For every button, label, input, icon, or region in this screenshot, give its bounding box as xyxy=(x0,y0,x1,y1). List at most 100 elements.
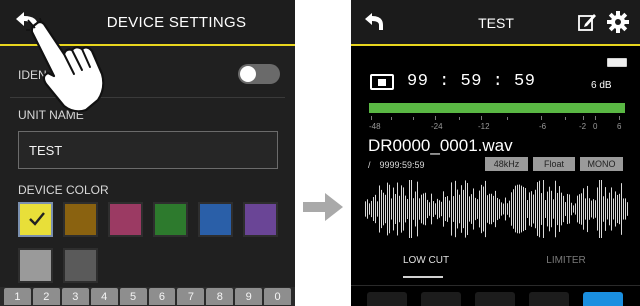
waveform-bar xyxy=(461,185,462,233)
waveform-bar xyxy=(485,180,486,238)
color-swatch[interactable] xyxy=(63,202,98,237)
waveform-bar xyxy=(365,201,366,217)
number-key-row: 1234567890 xyxy=(0,287,295,306)
waveform-bar xyxy=(433,201,434,217)
identify-toggle[interactable] xyxy=(238,64,280,84)
waveform-bar xyxy=(471,194,472,224)
tab-limiter[interactable]: LIMITER xyxy=(531,255,601,266)
waveform-bar xyxy=(557,192,558,226)
file-name: DR0000_0001.wav xyxy=(368,136,513,155)
waveform-bar xyxy=(511,192,512,226)
waveform-bar xyxy=(367,199,368,219)
waveform-bar xyxy=(579,194,580,224)
waveform-bar xyxy=(607,198,608,220)
waveform-bar xyxy=(591,200,592,218)
waveform-bar xyxy=(483,186,484,232)
number-key[interactable]: 0 xyxy=(264,288,292,305)
number-key[interactable]: 5 xyxy=(119,288,147,305)
number-key[interactable]: 2 xyxy=(32,288,60,305)
waveform-bar xyxy=(463,189,464,229)
waveform-bar xyxy=(577,195,578,223)
waveform-bar xyxy=(551,190,552,228)
waveform-bar xyxy=(555,180,556,238)
waveform-bar xyxy=(627,202,628,216)
filter-option-button[interactable] xyxy=(367,292,407,306)
waveform-bar xyxy=(593,199,594,219)
color-swatch[interactable] xyxy=(63,248,98,283)
screenshot-stage: DEVICE SETTINGS IDEN UNIT NAME TEST DEVI… xyxy=(0,0,640,306)
waveform-bar xyxy=(389,184,390,234)
waveform-bar xyxy=(377,201,378,217)
color-swatch[interactable] xyxy=(153,202,188,237)
waveform-bar xyxy=(369,203,370,215)
stop-square xyxy=(378,79,386,86)
filter-option-button[interactable] xyxy=(475,292,515,306)
gear-icon[interactable] xyxy=(607,11,629,33)
number-key[interactable]: 3 xyxy=(61,288,89,305)
waveform-bar xyxy=(403,187,404,231)
bit-depth-badge: Float xyxy=(533,157,575,171)
number-key[interactable]: 7 xyxy=(177,288,205,305)
waveform-bar xyxy=(617,194,618,224)
filter-option-button-active[interactable] xyxy=(583,292,623,306)
waveform-bar xyxy=(559,186,560,232)
waveform-bar xyxy=(401,185,402,233)
color-swatch[interactable] xyxy=(108,202,143,237)
unit-title: TEST xyxy=(478,15,514,31)
waveform-bar xyxy=(383,192,384,226)
stop-status-icon xyxy=(370,74,394,90)
waveform-bar xyxy=(501,202,502,216)
waveform-bar xyxy=(425,192,426,226)
scale-label: -2 xyxy=(579,122,587,131)
number-key[interactable]: 1 xyxy=(4,288,31,305)
waveform-bar xyxy=(379,185,380,233)
waveform-bar xyxy=(375,194,376,224)
waveform-bar xyxy=(505,197,506,221)
scale-label: -6 xyxy=(539,122,547,131)
waveform-bar xyxy=(395,193,396,225)
waveform-bar xyxy=(417,181,418,237)
number-key[interactable]: 4 xyxy=(90,288,118,305)
waveform-bar xyxy=(437,198,438,220)
waveform-bar xyxy=(491,193,492,225)
level-meter xyxy=(369,103,625,113)
waveform-bar xyxy=(467,182,468,236)
waveform-bar xyxy=(411,180,412,238)
waveform-bar xyxy=(435,203,436,215)
recorder-screen: TEST 99: 59: 59 6 dB -48 -24 -12 -6 -2… xyxy=(351,0,640,306)
waveform-bar xyxy=(441,201,442,217)
waveform-bar xyxy=(535,189,536,229)
right-arrow-icon xyxy=(303,193,343,221)
meter-scale-ticks xyxy=(371,116,620,120)
waveform-bar xyxy=(489,193,490,225)
waveform-bar xyxy=(479,190,480,228)
filter-option-button[interactable] xyxy=(421,292,461,306)
waveform-bar xyxy=(525,187,526,231)
unit-name-input[interactable]: TEST xyxy=(18,131,278,169)
color-swatch[interactable] xyxy=(243,202,278,237)
waveform-bar xyxy=(597,187,598,231)
waveform-bar xyxy=(625,198,626,220)
back-arrow-icon[interactable] xyxy=(363,12,385,32)
time-counter: 99 : 59 : 59 xyxy=(407,72,536,91)
color-swatch[interactable] xyxy=(18,202,53,237)
waveform-bar xyxy=(399,195,400,223)
waveform-bar xyxy=(397,182,398,236)
filter-option-button[interactable] xyxy=(529,292,569,306)
waveform-bar xyxy=(553,199,554,219)
waveform-bar xyxy=(385,194,386,224)
waveform-bar xyxy=(465,180,466,238)
tab-low-cut[interactable]: LOW CUT xyxy=(391,255,461,266)
device-settings-screen: DEVICE SETTINGS IDEN UNIT NAME TEST DEVI… xyxy=(0,0,295,306)
number-key[interactable]: 8 xyxy=(206,288,234,305)
color-swatch[interactable] xyxy=(198,202,233,237)
number-key[interactable]: 9 xyxy=(235,288,263,305)
waveform-bar xyxy=(521,185,522,233)
edit-icon[interactable] xyxy=(577,12,597,32)
waveform-bar xyxy=(451,182,452,236)
waveform-bar xyxy=(615,191,616,227)
color-swatch[interactable] xyxy=(18,248,53,283)
number-key[interactable]: 6 xyxy=(148,288,176,305)
waveform-bar xyxy=(419,198,420,220)
waveform-bar xyxy=(439,200,440,218)
